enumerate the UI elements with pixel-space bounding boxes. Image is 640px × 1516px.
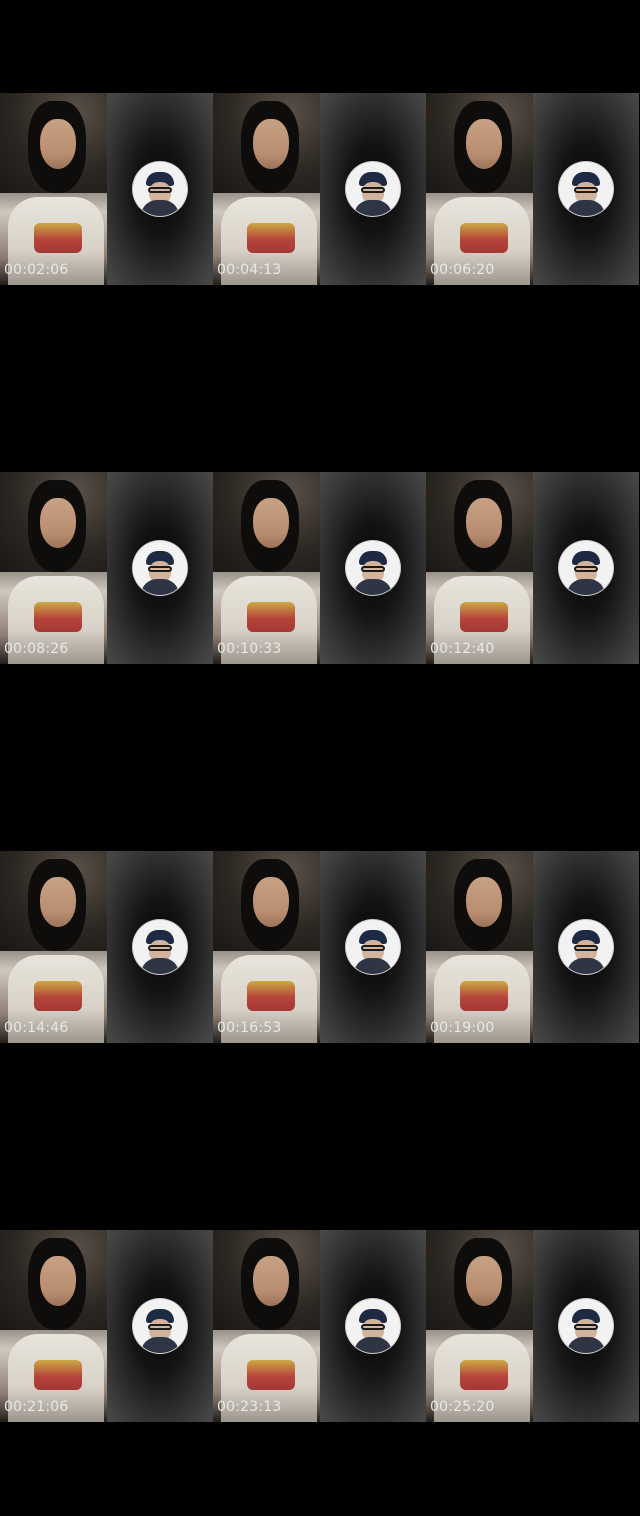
avatar-icon — [133, 1299, 187, 1353]
frame-thumbnail[interactable] — [213, 93, 426, 285]
avatar-icon — [346, 162, 400, 216]
camera-feed — [213, 1230, 320, 1422]
frame-timestamp: 00:23:13 — [217, 1399, 282, 1415]
frame-thumbnail[interactable] — [426, 472, 639, 664]
frame-thumbnail[interactable] — [0, 93, 213, 285]
frame-timestamp: 00:21:06 — [4, 1399, 69, 1415]
avatar-icon — [559, 920, 613, 974]
avatar-icon — [559, 1299, 613, 1353]
frame-cell[interactable]: 00:12:40 — [426, 379, 639, 758]
frame-timestamp: 00:25:20 — [430, 1399, 495, 1415]
frame-cell[interactable]: 00:06:20 — [426, 0, 639, 379]
frame-timestamp: 00:12:40 — [430, 641, 495, 657]
frame-cell[interactable]: 00:14:46 — [0, 758, 213, 1137]
frame-timestamp: 00:02:06 — [4, 262, 69, 278]
frame-thumbnail[interactable] — [213, 472, 426, 664]
frame-cell[interactable]: 00:21:06 — [0, 1137, 213, 1516]
frame-timestamp: 00:08:26 — [4, 641, 69, 657]
frame-thumbnail[interactable] — [0, 1230, 213, 1422]
frame-thumbnail[interactable] — [0, 472, 213, 664]
frame-cell[interactable]: 00:02:06 — [0, 0, 213, 379]
frame-cell[interactable]: 00:10:33 — [213, 379, 426, 758]
frame-thumbnail[interactable] — [213, 1230, 426, 1422]
frame-thumbnail[interactable] — [213, 851, 426, 1043]
camera-feed — [426, 851, 533, 1043]
frame-cell[interactable]: 00:25:20 — [426, 1137, 639, 1516]
frame-cell[interactable]: 00:23:13 — [213, 1137, 426, 1516]
thumbnail-grid: 00:02:06 00:04:13 00:06:20 00:08:26 00:1… — [0, 0, 640, 1515]
camera-feed — [0, 472, 107, 664]
camera-feed — [0, 1230, 107, 1422]
frame-timestamp: 00:04:13 — [217, 262, 282, 278]
avatar-icon — [346, 1299, 400, 1353]
frame-timestamp: 00:06:20 — [430, 262, 495, 278]
frame-thumbnail[interactable] — [426, 93, 639, 285]
avatar-icon — [559, 541, 613, 595]
frame-thumbnail[interactable] — [426, 1230, 639, 1422]
frame-thumbnail[interactable] — [426, 851, 639, 1043]
avatar-icon — [133, 920, 187, 974]
avatar-icon — [133, 541, 187, 595]
avatar-icon — [559, 162, 613, 216]
frame-timestamp: 00:19:00 — [430, 1020, 495, 1036]
camera-feed — [0, 93, 107, 285]
frame-timestamp: 00:14:46 — [4, 1020, 69, 1036]
camera-feed — [213, 472, 320, 664]
avatar-icon — [346, 541, 400, 595]
frame-timestamp: 00:10:33 — [217, 641, 282, 657]
avatar-icon — [346, 920, 400, 974]
camera-feed — [213, 93, 320, 285]
camera-feed — [426, 1230, 533, 1422]
camera-feed — [213, 851, 320, 1043]
avatar-icon — [133, 162, 187, 216]
camera-feed — [426, 472, 533, 664]
frame-cell[interactable]: 00:16:53 — [213, 758, 426, 1137]
frame-cell[interactable]: 00:19:00 — [426, 758, 639, 1137]
camera-feed — [426, 93, 533, 285]
frame-cell[interactable]: 00:08:26 — [0, 379, 213, 758]
camera-feed — [0, 851, 107, 1043]
frame-timestamp: 00:16:53 — [217, 1020, 282, 1036]
frame-cell[interactable]: 00:04:13 — [213, 0, 426, 379]
frame-thumbnail[interactable] — [0, 851, 213, 1043]
